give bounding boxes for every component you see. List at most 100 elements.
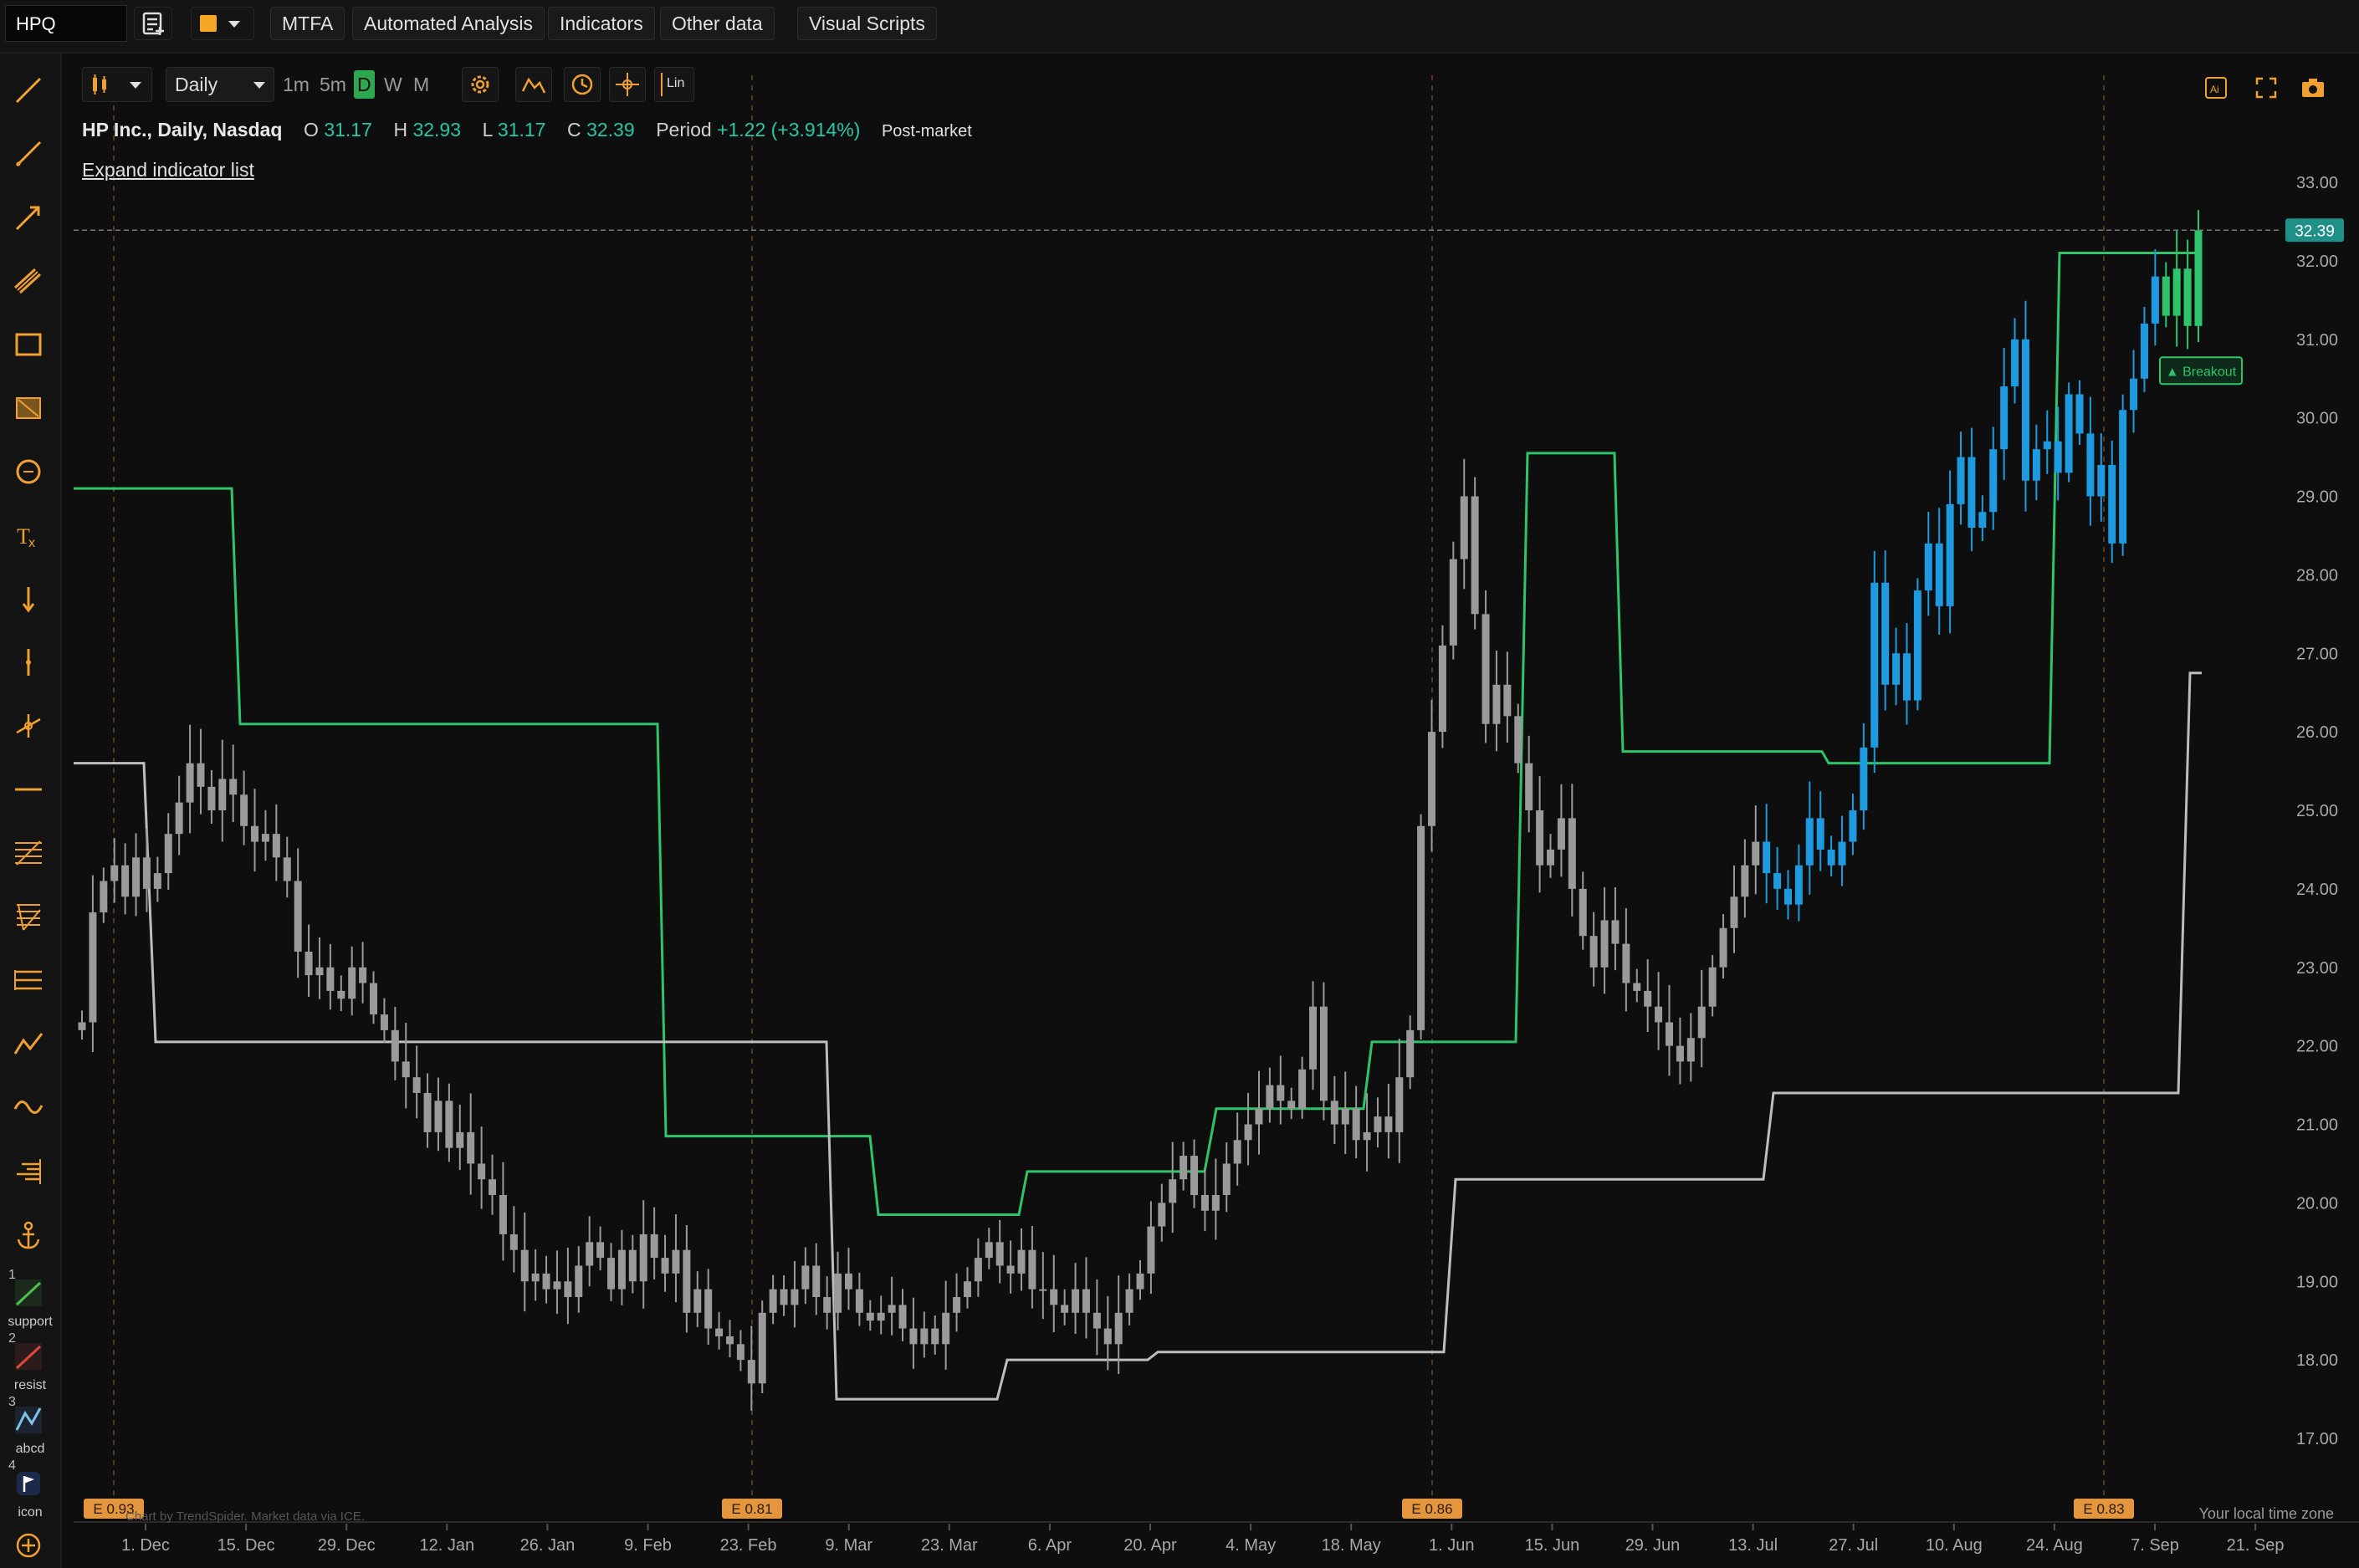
circle-icon <box>16 459 41 484</box>
vertical-line-tool[interactable] <box>10 644 47 681</box>
timeframe-daily[interactable]: D <box>354 70 375 99</box>
candle-body <box>272 834 280 858</box>
circle-tool[interactable] <box>10 453 47 490</box>
candle-body <box>725 1336 734 1345</box>
candle-body <box>1579 888 1587 937</box>
candle-body <box>1211 1194 1220 1211</box>
candle-body <box>650 1233 658 1259</box>
candle-body <box>1169 1179 1177 1203</box>
scale-mode-button[interactable]: Lin <box>654 67 694 102</box>
indicator-overlay-button[interactable] <box>515 67 552 102</box>
trendline-tool[interactable] <box>10 72 47 109</box>
fibonacci-tool[interactable] <box>10 835 47 871</box>
candle-body <box>553 1281 561 1290</box>
preset-support[interactable] <box>10 1274 47 1311</box>
parallel-lines-tool[interactable] <box>10 962 47 999</box>
candle-body <box>1708 967 1717 1007</box>
candle-body <box>229 779 238 795</box>
candle-body <box>1309 1006 1318 1070</box>
period-label: Period <box>656 119 712 140</box>
crosshair-tool[interactable] <box>10 707 47 744</box>
candle-body <box>1794 865 1803 905</box>
candle-body <box>1622 943 1630 983</box>
timeframe-weekly[interactable]: W <box>381 70 406 99</box>
channel-tool[interactable] <box>10 263 47 299</box>
timeframe-1m[interactable]: 1m <box>279 70 313 99</box>
candle-body <box>1525 763 1533 810</box>
symbol-color-picker[interactable] <box>191 7 254 40</box>
candle-body <box>2086 433 2095 497</box>
replay-time-button[interactable] <box>564 67 601 102</box>
preset-resist[interactable] <box>10 1338 47 1375</box>
candle-body <box>2011 339 2019 387</box>
plus-circle-icon <box>16 1533 41 1558</box>
timeframe-5m[interactable]: 5m <box>316 70 350 99</box>
ai-icon: Ai <box>2205 77 2227 99</box>
candle-body <box>509 1233 518 1250</box>
crosshair-button[interactable] <box>609 67 646 102</box>
add-tool-button[interactable] <box>10 1527 47 1564</box>
candle-body <box>467 1131 475 1164</box>
menu-visual-scripts[interactable]: Visual Scripts <box>797 7 937 40</box>
fibonacci-icon <box>15 840 42 866</box>
candle-body <box>1449 559 1457 646</box>
menu-indicators[interactable]: Indicators <box>548 7 655 40</box>
preset-icon[interactable] <box>10 1465 47 1502</box>
candle-body <box>1114 1312 1123 1345</box>
menu-other-data[interactable]: Other data <box>660 7 775 40</box>
fullscreen-icon <box>2255 77 2277 99</box>
timeframe-monthly[interactable]: M <box>410 70 432 99</box>
arrow-down-tool[interactable] <box>10 580 47 617</box>
menu-mtfa[interactable]: MTFA <box>270 7 345 40</box>
text-tool[interactable]: Tx <box>10 517 47 554</box>
x-tick-label: 13. Jul <box>1728 1536 1778 1555</box>
price-chart[interactable]: 33.00 32.00 31.00 30.00 29.00 28.00 27.00 26.00… <box>60 52 2359 1568</box>
menu-automated-analysis[interactable]: Automated Analysis <box>352 7 545 40</box>
y-tick-label: 28.00 <box>2296 566 2338 585</box>
symbol-input[interactable]: HPQ <box>5 5 127 42</box>
horizontal-line-tool[interactable] <box>10 771 47 808</box>
candle-body <box>110 865 119 881</box>
rectangle-tool[interactable] <box>10 326 47 363</box>
candle-body <box>175 802 183 835</box>
candle-body <box>1892 653 1901 685</box>
candle-body <box>1481 614 1490 724</box>
trendline-icon <box>15 77 42 104</box>
close-label: C <box>567 119 581 140</box>
fill-rectangle-tool[interactable] <box>10 390 47 426</box>
candle-body <box>1547 849 1555 866</box>
arrow-line-tool[interactable] <box>10 199 47 236</box>
x-tick-label: 21. Sep <box>2227 1536 2285 1555</box>
watchlist-add-button[interactable] <box>134 7 172 40</box>
y-tick-label: 30.00 <box>2296 410 2338 428</box>
candle-body <box>1514 716 1522 764</box>
preset-abcd[interactable] <box>10 1402 47 1438</box>
fib-fan-tool[interactable] <box>10 898 47 935</box>
x-tick-label: 23. Feb <box>720 1536 777 1555</box>
flag-icon <box>17 1472 40 1495</box>
curve-tool[interactable] <box>10 1089 47 1126</box>
candle-body <box>855 1289 863 1313</box>
candle-body <box>1633 983 1641 991</box>
snapshot-button[interactable] <box>2299 74 2327 102</box>
anchor-tool[interactable] <box>10 1218 47 1254</box>
zigzag-tool[interactable] <box>10 1025 47 1062</box>
ray-tool[interactable] <box>10 135 47 172</box>
fullscreen-button[interactable] <box>2252 74 2280 102</box>
candle-body <box>164 834 172 874</box>
timeframe-select[interactable]: Daily <box>166 67 274 102</box>
volume-profile-tool[interactable] <box>10 1152 47 1189</box>
chart-type-button[interactable] <box>82 67 152 102</box>
data-attribution: Chart by TrendSpider. Market data via IC… <box>125 1509 365 1524</box>
candle-body <box>1557 818 1565 850</box>
candle-body <box>1589 936 1598 968</box>
x-tick-label: 9. Feb <box>624 1536 672 1555</box>
timezone-label[interactable]: Your local time zone <box>2199 1505 2334 1523</box>
gear-icon <box>471 75 489 94</box>
expand-indicator-list-link[interactable]: Expand indicator list <box>82 159 254 181</box>
ai-assistant-button[interactable]: Ai <box>2202 74 2230 102</box>
earnings-label: E 0.86 <box>1411 1501 1452 1517</box>
chart-settings-button[interactable] <box>462 67 499 102</box>
candle-body <box>736 1344 745 1361</box>
candle-body <box>704 1289 713 1329</box>
